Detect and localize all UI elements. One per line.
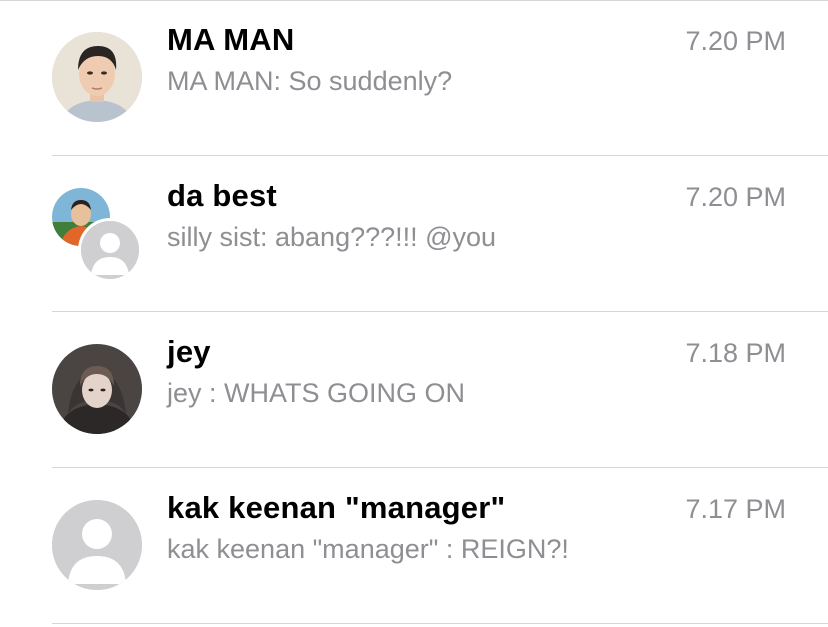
chat-preview: MA MAN: So suddenly? [167, 66, 453, 96]
group-avatar [52, 188, 144, 282]
chat-name: jey [167, 334, 211, 369]
chat-time: 7.20 PM [685, 182, 786, 212]
chat-preview: kak keenan "manager" : REIGN?! [167, 534, 569, 564]
chat-row[interactable]: kak keenan "manager" kak keenan "manager… [0, 468, 828, 624]
avatar [52, 500, 142, 590]
chat-name: MA MAN [167, 22, 295, 57]
chat-row[interactable]: MA MAN MA MAN: So suddenly? 7.20 PM [0, 0, 828, 156]
row-divider [52, 623, 828, 624]
chat-preview: silly sist: abang???!!! @you [167, 222, 497, 252]
person-placeholder-icon [81, 221, 139, 279]
chat-row[interactable]: da best silly sist: abang???!!! @you 7.2… [0, 156, 828, 312]
chat-row[interactable]: jey jey : WHATS GOING ON 7.18 PM [0, 312, 828, 468]
chat-list: MA MAN MA MAN: So suddenly? 7.20 PM da b… [0, 0, 828, 627]
person-photo-icon [52, 344, 142, 434]
avatar [52, 344, 142, 434]
chat-name: kak keenan "manager" [167, 490, 506, 525]
chat-time: 7.17 PM [685, 494, 786, 524]
person-placeholder-icon [52, 500, 142, 590]
avatar [78, 218, 142, 282]
person-photo-icon [52, 32, 142, 122]
chat-time: 7.18 PM [685, 338, 786, 368]
chat-name: da best [167, 178, 277, 213]
chat-time: 7.20 PM [685, 26, 786, 56]
avatar [52, 32, 142, 122]
chat-preview: jey : WHATS GOING ON [167, 378, 466, 408]
